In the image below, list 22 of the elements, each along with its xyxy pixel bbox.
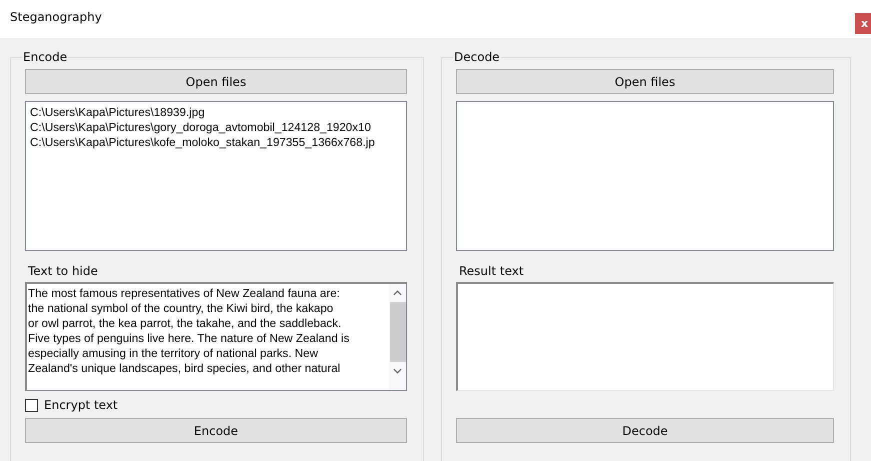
file-path[interactable]: C:\Users\Kapa\Pictures\gory_doroga_avtomobil_124128_1920x10 [30,120,371,135]
result-text-field[interactable] [456,282,834,391]
window-title: Steganography [10,10,102,24]
file-path[interactable]: C:\Users\Kapa\Pictures\kofe_moloko_stakan_197355_1366x768.jp [30,135,375,150]
checkbox-label: Encrypt text [44,398,118,412]
text-to-hide-field[interactable]: The most famous representatives of New Zealand fauna are: the national symbol of the country, the Kiwi bird, the kakapo or owl parrot, the kea parrot, the takahe, and the saddleback. Five types of penguins live here. The nature of New Zealand is especially amusing in the territory of national parks. New Zealand's unique landscapes, bird species, and other natural [25,282,407,391]
close-button[interactable]: x [855,13,871,34]
field-label: Text to hide [28,264,98,279]
encode-button[interactable]: Encode [25,418,407,443]
scroll-down-icon[interactable] [393,368,402,374]
scroll-up-icon[interactable] [393,290,402,296]
decode-button[interactable]: Decode [456,418,834,443]
file-path[interactable]: C:\Users\Kapa\Pictures\18939.jpg [30,105,205,120]
group-title: Decode [453,50,501,64]
open-files-button[interactable]: Open files [25,69,407,94]
checkbox[interactable] [25,398,38,412]
group-title: Encode [22,50,68,64]
file-list[interactable]: C:\Users\Kapa\Pictures\18939.jpg C:\Users\Kapa\Pictures\gory_doroga_avtomobil_124128_1920x10 C:\Users\Kapa\Pictures\kofe_moloko_stakan_197355_1366x768.jp [25,101,407,251]
field-label: Result text [459,264,524,279]
scrollbar[interactable] [389,284,406,390]
open-files-button[interactable]: Open files [456,69,834,94]
scroll-thumb[interactable] [390,302,406,362]
